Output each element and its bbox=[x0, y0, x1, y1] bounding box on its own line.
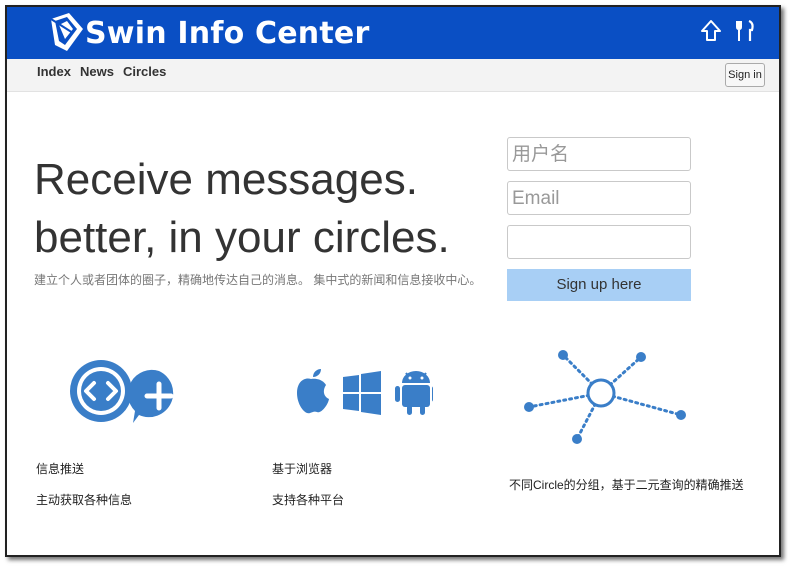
signup-button[interactable]: Sign up here bbox=[507, 269, 691, 301]
app-window: Swin Info Center Index News Circles Sign… bbox=[5, 5, 781, 557]
nav-item-news[interactable]: News bbox=[80, 64, 114, 79]
hero-line-2: better, in your circles. bbox=[34, 213, 450, 262]
hero-subtitle: 建立个人或者团体的圈子，精确地传达自己的消息。 集中式的新闻和信息接收中心。 bbox=[34, 273, 482, 287]
feature-2-line-2: 支持各种平台 bbox=[272, 493, 345, 507]
app-title: Swin Info Center bbox=[85, 16, 370, 51]
email-field[interactable]: Email bbox=[507, 181, 691, 215]
username-field[interactable]: 用户名 bbox=[507, 137, 691, 171]
nav-item-circles[interactable]: Circles bbox=[123, 64, 166, 79]
platforms-icon bbox=[297, 369, 433, 415]
feature-2-line-1: 基于浏览器 bbox=[272, 462, 333, 476]
feature-1-line-1: 信息推送 bbox=[36, 462, 85, 476]
network-icon bbox=[524, 350, 686, 444]
signin-button[interactable]: Sign in bbox=[725, 63, 765, 87]
nav-bar: Index News Circles bbox=[7, 59, 779, 92]
tools-icon[interactable] bbox=[733, 18, 757, 44]
feature-3-line-1: 不同Circle的分组，基于二元查询的精确推送 bbox=[509, 478, 744, 492]
upload-arrow-icon[interactable] bbox=[699, 18, 723, 44]
password-field[interactable] bbox=[507, 225, 691, 259]
hero-line-1: Receive messages. bbox=[34, 155, 418, 204]
header-bar: Swin Info Center bbox=[7, 7, 779, 59]
feature-1-line-2: 主动获取各种信息 bbox=[36, 493, 133, 507]
nav-item-index[interactable]: Index bbox=[37, 64, 71, 79]
code-plus-icon bbox=[70, 360, 174, 423]
logo-icon bbox=[50, 13, 83, 51]
